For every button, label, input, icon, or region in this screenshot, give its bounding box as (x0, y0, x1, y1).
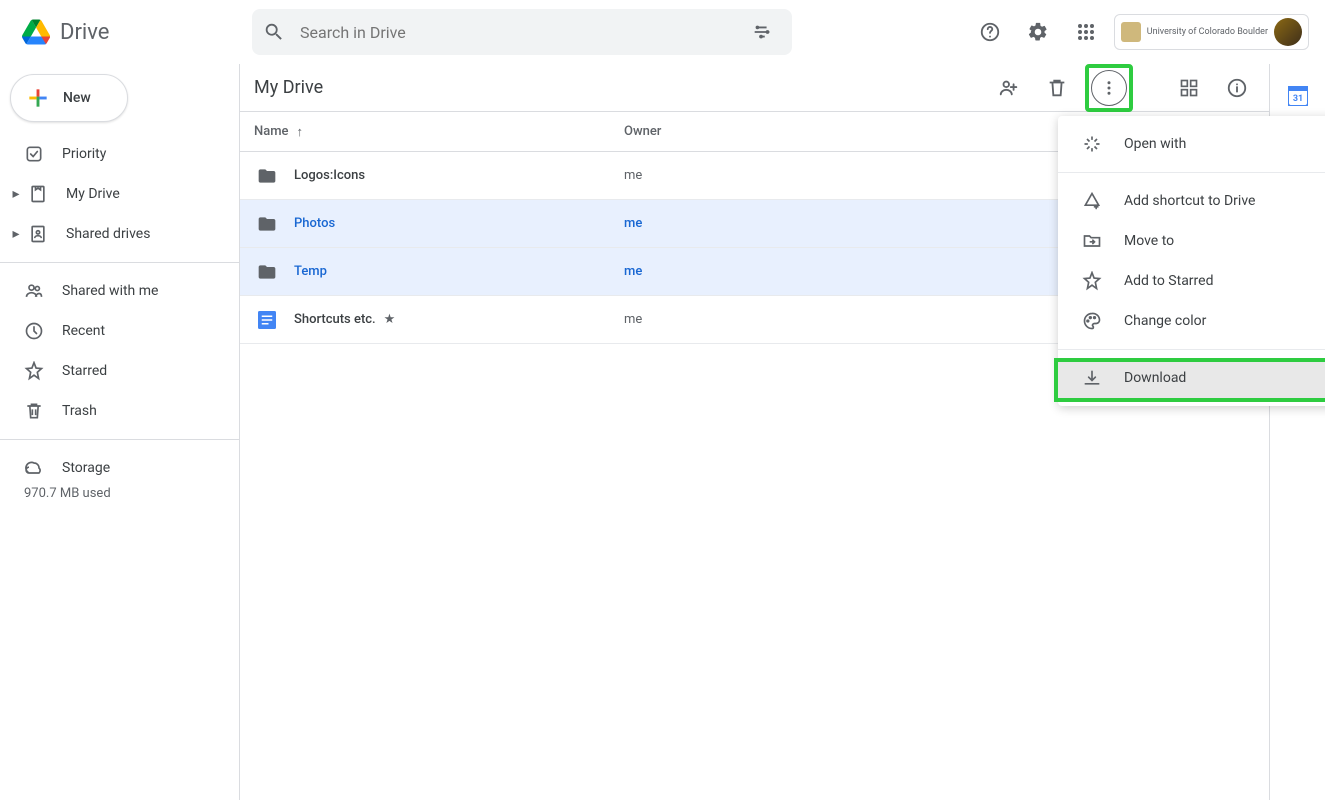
nav-storage[interactable]: Storage (24, 448, 239, 488)
menu-open-with[interactable]: Open with › (1058, 124, 1325, 164)
nav-shared-with-me[interactable]: Shared with me (0, 271, 227, 311)
nav-priority[interactable]: Priority (0, 134, 227, 174)
menu-move-to[interactable]: Move to (1058, 221, 1325, 261)
details-button[interactable] (1217, 68, 1257, 108)
header: Drive University of Colorado Boulder (0, 0, 1325, 64)
expand-icon: ▸ (10, 228, 22, 240)
brand[interactable]: Drive (8, 12, 252, 52)
account-chip[interactable]: University of Colorado Boulder (1114, 14, 1309, 50)
org-logo-icon (1121, 22, 1141, 42)
menu-download[interactable]: Download (1058, 358, 1325, 398)
view-grid-button[interactable] (1169, 68, 1209, 108)
nav-starred[interactable]: Starred (0, 351, 227, 391)
drive-logo-icon (16, 12, 56, 52)
main-content: My Drive Name↑ Owner Logos:Icons me P (240, 64, 1269, 800)
avatar (1274, 18, 1302, 46)
settings-icon[interactable] (1018, 12, 1058, 52)
new-button[interactable]: New (10, 74, 128, 122)
doc-icon (240, 311, 294, 329)
star-icon: ★ (384, 312, 396, 327)
search-input[interactable] (300, 23, 742, 42)
sort-asc-icon: ↑ (297, 124, 304, 140)
highlight-annotation (1085, 64, 1133, 112)
menu-add-starred[interactable]: Add to Starred (1058, 261, 1325, 301)
calendar-app-icon[interactable]: 31 (1288, 86, 1308, 106)
folder-icon (240, 262, 294, 282)
folder-icon (240, 214, 294, 234)
menu-change-color[interactable]: Change color › (1058, 301, 1325, 341)
menu-add-shortcut[interactable]: Add shortcut to Drive (1058, 181, 1325, 221)
svg-text:31: 31 (1292, 94, 1302, 104)
plus-icon (25, 85, 51, 111)
nav-shared-drives[interactable]: ▸ Shared drives (0, 214, 227, 254)
more-actions-button[interactable] (1091, 70, 1127, 106)
new-button-label: New (63, 90, 91, 106)
search-bar[interactable] (252, 9, 792, 55)
org-label: University of Colorado Boulder (1147, 28, 1268, 37)
sidebar: New Priority ▸ My Drive ▸ Shared drives … (0, 64, 240, 800)
share-button[interactable] (989, 68, 1029, 108)
folder-icon (240, 166, 294, 186)
breadcrumb[interactable]: My Drive (240, 77, 989, 98)
search-options-icon[interactable] (742, 12, 782, 52)
brand-text: Drive (60, 20, 109, 45)
delete-button[interactable] (1037, 68, 1077, 108)
col-name[interactable]: Name↑ (240, 124, 624, 140)
nav-trash[interactable]: Trash (0, 391, 227, 431)
apps-grid-icon[interactable] (1066, 12, 1106, 52)
col-owner[interactable]: Owner (624, 124, 824, 139)
search-icon (262, 20, 286, 44)
nav-my-drive[interactable]: ▸ My Drive (0, 174, 227, 214)
nav-recent[interactable]: Recent (0, 311, 227, 351)
support-icon[interactable] (970, 12, 1010, 52)
storage-used: 970.7 MB used (24, 486, 239, 501)
expand-icon: ▸ (10, 188, 22, 200)
context-menu: Open with › Add shortcut to Drive Move t… (1058, 116, 1325, 406)
